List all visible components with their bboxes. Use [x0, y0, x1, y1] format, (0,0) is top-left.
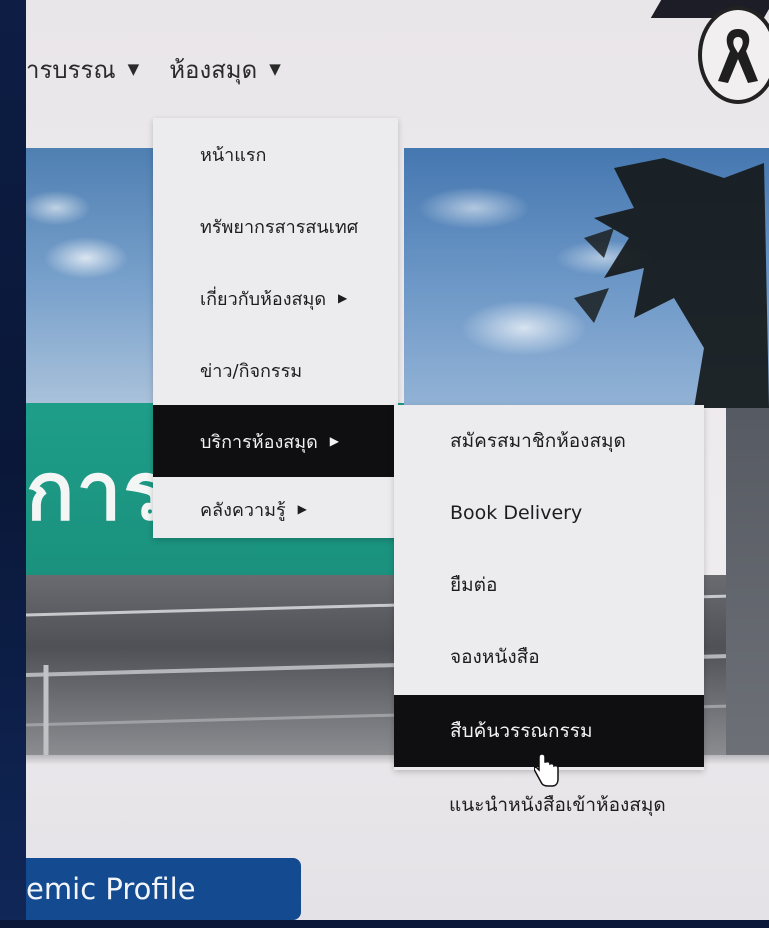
menu-item-label: เกี่ยวกับห้องสมุด — [200, 288, 327, 310]
caret-down-icon: ▼ — [127, 60, 140, 78]
hero-title: การ — [26, 445, 169, 538]
top-navigation: ารบรรณ ▼ ห้องสมุด ▼ — [26, 44, 311, 94]
menu-item-label: หน้าแรก — [200, 144, 267, 166]
menu-item-label: คลังความรู้ — [200, 499, 286, 521]
menu-item-home[interactable]: หน้าแรก — [153, 118, 398, 190]
submenu-item-label: จองหนังสือ — [450, 646, 540, 668]
submenu-arrow-icon: ▶ — [338, 291, 348, 305]
submenu-item-label: สืบค้นวรรณกรรม — [450, 720, 593, 742]
nav-item-label: ห้องสมุด — [169, 55, 258, 84]
menu-item-about-library[interactable]: เกี่ยวกับห้องสมุด ▶ — [153, 262, 398, 334]
menu-item-knowledge-repository[interactable]: คลังความรู้ ▶ — [153, 473, 398, 545]
submenu-arrow-icon: ▶ — [329, 434, 340, 448]
submenu-item-book-delivery[interactable]: Book Delivery — [394, 477, 704, 549]
menu-item-label: ทรัพยากรสารสนเทศ — [200, 216, 359, 238]
submenu-item-reserve-book[interactable]: จองหนังสือ — [394, 621, 704, 693]
menu-item-library-services[interactable]: บริการห้องสมุด ▶ — [153, 405, 398, 477]
menu-item-resources[interactable]: ทรัพยากรสารสนเทศ — [153, 190, 398, 262]
hero-structure-edge — [726, 408, 769, 758]
nav-item-archives[interactable]: ารบรรณ ▼ — [26, 50, 139, 89]
menu-item-label: บริการห้องสมุด — [200, 431, 318, 453]
hand-pointer-icon — [534, 753, 559, 787]
submenu-item-label: ยืมต่อ — [450, 574, 498, 596]
library-dropdown-menu: หน้าแรก ทรัพยากรสารสนเทศ เกี่ยวกับห้องสม… — [153, 118, 398, 538]
submenu-item-label: สมัครสมาชิกห้องสมุด — [450, 430, 626, 452]
submenu-arrow-icon: ▶ — [297, 502, 307, 516]
services-submenu: สมัครสมาชิกห้องสมุด Book Delivery ยืมต่อ… — [394, 405, 704, 770]
ribbon-icon — [698, 6, 769, 104]
monitor-bezel-bottom — [0, 920, 769, 928]
academic-profile-button[interactable]: lemic Profile — [26, 858, 301, 920]
caret-down-icon: ▼ — [269, 60, 281, 78]
submenu-item-renew[interactable]: ยืมต่อ — [394, 549, 704, 621]
nav-item-label: ารบรรณ — [26, 55, 116, 84]
submenu-item-membership[interactable]: สมัครสมาชิกห้องสมุด — [394, 405, 704, 477]
academic-profile-label: lemic Profile — [26, 872, 196, 906]
menu-item-news[interactable]: ข่าว/กิจกรรม — [153, 334, 398, 406]
monitor-bezel-left — [0, 0, 26, 928]
submenu-item-label: Book Delivery — [450, 502, 583, 524]
tree-silhouette — [574, 158, 769, 408]
nav-item-library[interactable]: ห้องสมุด ▼ — [169, 50, 281, 89]
submenu-item-recommend-book[interactable]: แนะนำหนังสือเข้าห้องสมุด — [449, 790, 666, 820]
menu-item-label: ข่าว/กิจกรรม — [200, 360, 303, 382]
web-page: ารบรรณ ▼ ห้องสมุด ▼ การ หน้าแรก ทรัพยากร… — [26, 0, 769, 920]
hero-sky-image-left — [26, 148, 161, 403]
